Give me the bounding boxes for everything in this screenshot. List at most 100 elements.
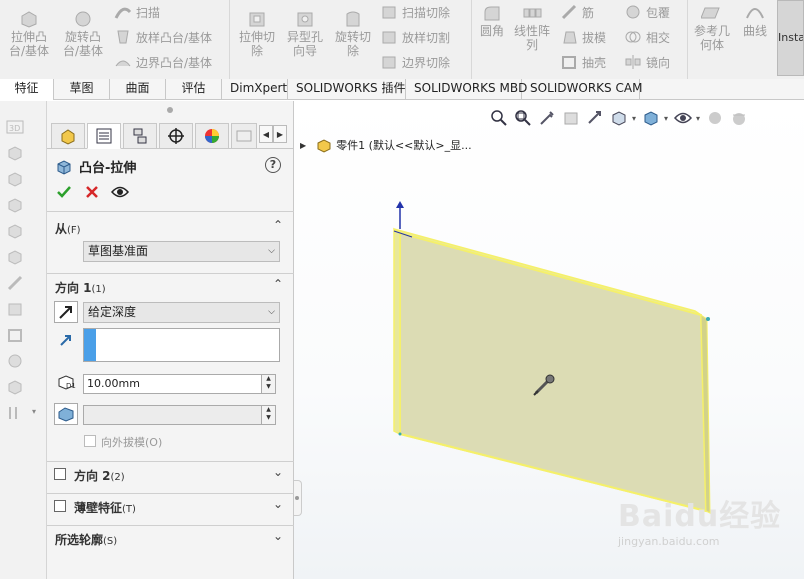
end-condition-select[interactable]: 给定深度 ⌵ [83,302,280,323]
feature-icon-5[interactable] [6,249,24,265]
feature-icon-7[interactable] [6,301,24,317]
tab-features[interactable]: 特征 [0,79,54,100]
shell-button[interactable]: 抽壳 [560,52,606,72]
reverse-direction-button[interactable] [54,301,78,323]
thin-feature-checkbox[interactable] [54,500,66,512]
direction1-section-header[interactable]: 方向 1(1) [55,279,106,296]
display-manager-tab[interactable] [195,123,229,149]
curves-button[interactable]: 曲线 [738,4,772,38]
panel-drag-handle[interactable] [167,107,173,113]
preview-button[interactable] [111,183,129,201]
listbox-selection-bar [84,329,96,361]
more-tabs[interactable] [231,123,257,149]
feature-manager-tab[interactable] [51,123,85,149]
feature-icon-6[interactable] [6,275,24,291]
tab-solidworks-cam[interactable]: SOLIDWORKS CAM [522,79,642,100]
hole-wizard-icon [297,12,313,27]
intersect-button[interactable]: 相交 [624,27,670,47]
draft-toggle-button[interactable] [54,403,78,425]
selected-contours-section-header[interactable]: 所选轮廓(S) [55,531,117,548]
draft-angle-spinner[interactable]: ▲ ▼ [261,405,276,425]
reverse-direction-icon [59,306,72,319]
linear-pattern-icon [523,8,542,18]
revolve-cut-button[interactable]: 旋转切除 [330,10,376,58]
tab-surfaces[interactable]: 曲面 [110,79,166,100]
expand-thin-feature-icon[interactable]: ⌄ [273,497,283,511]
divider [47,211,294,212]
property-manager-panel: ◀ ▶ 凸台-拉伸 ? 从(F) ⌃ 草图基准面 ⌵ 方向 1(1) ⌃ 给定深度… [47,101,294,579]
panel-collapse-handle[interactable] [294,480,302,516]
loft-icon [117,30,129,44]
manager-tabs: ◀ ▶ [47,123,294,149]
feature-icon-8[interactable] [6,327,24,343]
svg-text:3D: 3D [9,124,20,133]
lofted-cut-button[interactable]: 放样切割 [380,27,450,47]
from-section-header[interactable]: 从(F) [55,220,81,237]
rib-button[interactable]: 筋 [560,2,594,22]
boundary-boss-button[interactable]: 边界凸台/基体 [114,52,212,72]
divider [47,273,294,274]
fillet-button[interactable]: 圆角 [476,4,508,38]
tab-evaluate[interactable]: 评估 [166,79,222,100]
property-manager-tab[interactable] [87,123,121,149]
boundary-cut-button[interactable]: 边界切除 [380,52,450,72]
chevron-down-icon: ⌵ [268,307,275,317]
linear-pattern-button[interactable]: 线性阵列 [512,4,552,52]
depth-input[interactable]: 10.00mm [83,374,262,394]
swept-cut-button[interactable]: 扫描切除 [380,2,450,22]
depth-spinner[interactable]: ▲ ▼ [261,374,276,394]
feature-tree-icon [61,129,75,145]
configuration-manager-tab[interactable] [123,123,157,149]
hole-wizard-button[interactable]: 异型孔向导 [282,10,328,58]
tab-solidworks-addins[interactable]: SOLIDWORKS 插件 [288,79,406,100]
feature-icon-9[interactable] [6,353,24,369]
expand-direction2-icon[interactable]: ⌄ [273,465,283,479]
3d-icon[interactable]: 3D [6,119,24,135]
collapse-direction1-icon[interactable]: ⌃ [273,277,283,291]
collapse-from-icon[interactable]: ⌃ [273,218,283,232]
cancel-button[interactable] [83,183,101,201]
ok-button[interactable] [55,183,73,201]
mirror-button[interactable]: 镜向 [624,52,670,72]
tab-solidworks-mbd[interactable]: SOLIDWORKS MBD [406,79,527,100]
tab-dimxpert[interactable]: DimXpert [222,79,288,100]
direction-reference-listbox[interactable] [83,328,280,362]
divider [47,525,294,526]
chevron-down-icon: ⌵ [268,246,275,256]
sweep-button[interactable]: 扫描 [114,2,160,22]
draft-outward-checkbox[interactable] [84,435,96,447]
instant3d-button[interactable]: Instant3D [777,0,804,76]
draft-button[interactable]: 拔模 [560,27,606,47]
loft-button[interactable]: 放样凸台/基体 [114,27,212,47]
reference-geometry-button[interactable]: 参考几何体 [692,4,732,52]
feature-icon-10[interactable] [6,379,24,395]
expand-selected-contours-icon[interactable]: ⌄ [273,529,283,543]
part-side-face[interactable] [393,227,401,436]
direction2-checkbox[interactable] [54,468,66,480]
feature-icon-3[interactable] [6,197,24,213]
reference-icon[interactable] [6,405,24,421]
scroll-left-icon[interactable]: ◀ [259,125,273,143]
dimxpert-manager-tab[interactable] [159,123,193,149]
draft-angle-input[interactable] [83,405,262,425]
feature-icon-2[interactable] [6,171,24,187]
revolve-boss-icon [75,11,91,27]
tab-sketch[interactable]: 草图 [54,79,110,100]
graphics-area[interactable]: ▾ ▾ ▾ ▶ 零件1 (默认<<默认>_显... Baidu经验 jingya… [294,101,804,579]
direction2-section-header[interactable]: 方向 2(2) [74,467,125,484]
wrap-button[interactable]: 包覆 [624,2,670,22]
help-button[interactable]: ? [265,157,281,173]
ribbon-group-features: 圆角 线性阵列 筋 拔模 抽壳 包覆 相交 镜向 [472,0,688,79]
boundary-boss-icon [115,60,131,67]
scroll-right-icon[interactable]: ▶ [273,125,287,143]
toolstrip-expand-icon[interactable]: ▾ [32,407,36,416]
thin-feature-section-header[interactable]: 薄壁特征(T) [74,499,136,516]
sweep-icon [114,7,132,19]
revolve-boss-button[interactable]: 旋转凸台/基体 [58,10,108,58]
feature-icon-1[interactable] [6,145,24,161]
extrude-cut-button[interactable]: 拉伸切除 [234,10,280,58]
extrude-boss-icon [21,11,37,28]
extrude-boss-button[interactable]: 拉伸凸台/基体 [6,10,52,58]
from-start-condition-select[interactable]: 草图基准面 ⌵ [83,241,280,262]
feature-icon-4[interactable] [6,223,24,239]
